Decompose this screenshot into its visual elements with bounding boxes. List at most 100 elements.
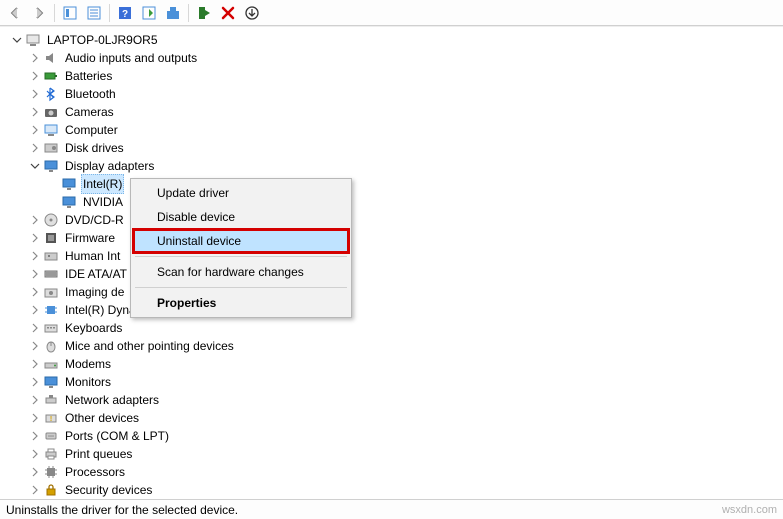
chevron-right-icon[interactable] [28, 87, 42, 101]
spacer [46, 195, 60, 209]
tree-item-ide[interactable]: IDE ATA/AT [6, 265, 783, 283]
chevron-right-icon[interactable] [28, 51, 42, 65]
tree-item-disk-drives[interactable]: Disk drives [6, 139, 783, 157]
monitor-icon [43, 374, 59, 390]
security-icon [43, 482, 59, 498]
chevron-right-icon[interactable] [28, 465, 42, 479]
dvd-icon [43, 212, 59, 228]
mouse-icon [43, 338, 59, 354]
show-hidden-button[interactable] [59, 2, 81, 24]
tree-item-bluetooth[interactable]: Bluetooth [6, 85, 783, 103]
chevron-right-icon[interactable] [28, 429, 42, 443]
tree-item-keyboards[interactable]: Keyboards [6, 319, 783, 337]
chevron-right-icon[interactable] [28, 105, 42, 119]
imaging-icon [43, 284, 59, 300]
tree-item-display-adapters[interactable]: Display adapters [6, 157, 783, 175]
tree-item-audio[interactable]: Audio inputs and outputs [6, 49, 783, 67]
other-icon: ! [43, 410, 59, 426]
chevron-right-icon[interactable] [28, 303, 42, 317]
chevron-right-icon[interactable] [28, 213, 42, 227]
tree-item-other[interactable]: ! Other devices [6, 409, 783, 427]
chevron-right-icon[interactable] [28, 249, 42, 263]
tree-item-ports[interactable]: Ports (COM & LPT) [6, 427, 783, 445]
chevron-right-icon[interactable] [28, 447, 42, 461]
battery-icon [43, 68, 59, 84]
tree-item-label: NVIDIA [81, 193, 125, 211]
svg-text:?: ? [122, 9, 128, 20]
svg-text:!: ! [50, 416, 52, 423]
uninstall-button[interactable] [217, 2, 239, 24]
tree-item-label: Processors [63, 463, 127, 481]
tree-item-hid[interactable]: Human Int [6, 247, 783, 265]
spacer [46, 177, 60, 191]
tree-item-monitors[interactable]: Monitors [6, 373, 783, 391]
tree-item-imaging[interactable]: Imaging de [6, 283, 783, 301]
status-text: Uninstalls the driver for the selected d… [6, 500, 238, 519]
tree-item-label: Imaging de [63, 283, 126, 301]
chevron-right-icon[interactable] [28, 285, 42, 299]
menu-update-driver[interactable]: Update driver [133, 181, 349, 205]
chevron-right-icon[interactable] [28, 393, 42, 407]
tree-item-intel-display[interactable]: Intel(R) [6, 175, 783, 193]
enable-button[interactable] [193, 2, 215, 24]
update-button[interactable] [241, 2, 263, 24]
chevron-right-icon[interactable] [28, 411, 42, 425]
help-button[interactable]: ? [114, 2, 136, 24]
tree-item-processors[interactable]: Processors [6, 463, 783, 481]
toolbar-separator [109, 4, 110, 22]
properties-button[interactable] [83, 2, 105, 24]
tree-item-intel-platform[interactable]: Intel(R) Dynamic Platform and Thermal Fr… [6, 301, 783, 319]
network-icon [43, 392, 59, 408]
tree-item-modems[interactable]: Modems [6, 355, 783, 373]
chevron-right-icon[interactable] [28, 123, 42, 137]
tree-item-security[interactable]: Security devices [6, 481, 783, 499]
chevron-right-icon[interactable] [28, 321, 42, 335]
disk-icon [43, 140, 59, 156]
tree-item-label: Monitors [63, 373, 113, 391]
device-tree-pane[interactable]: LAPTOP-0LJR9OR5 Audio inputs and outputs… [0, 26, 783, 499]
tree-item-print-queues[interactable]: Print queues [6, 445, 783, 463]
chevron-right-icon[interactable] [28, 141, 42, 155]
tree-item-nvidia-display[interactable]: NVIDIA [6, 193, 783, 211]
tree-item-network[interactable]: Network adapters [6, 391, 783, 409]
menu-uninstall-device[interactable]: Uninstall device [133, 229, 349, 253]
chevron-right-icon[interactable] [28, 267, 42, 281]
chevron-right-icon[interactable] [28, 483, 42, 497]
back-button[interactable] [4, 2, 26, 24]
chevron-right-icon[interactable] [28, 231, 42, 245]
watermark: wsxdn.com [722, 500, 777, 519]
tree-item-dvd[interactable]: DVD/CD-R [6, 211, 783, 229]
printer-icon [43, 446, 59, 462]
cpu-icon [43, 464, 59, 480]
chevron-right-icon[interactable] [28, 339, 42, 353]
tree-item-label: DVD/CD-R [63, 211, 126, 229]
chevron-right-icon[interactable] [28, 375, 42, 389]
action-button[interactable] [138, 2, 160, 24]
tree-item-firmware[interactable]: Firmware [6, 229, 783, 247]
chevron-right-icon[interactable] [28, 69, 42, 83]
menu-separator [135, 256, 347, 257]
tree-item-label: Mice and other pointing devices [63, 337, 236, 355]
forward-button[interactable] [28, 2, 50, 24]
modem-icon [43, 356, 59, 372]
tree-item-label: Other devices [63, 409, 141, 427]
display-icon [43, 158, 59, 174]
scan-button[interactable] [162, 2, 184, 24]
tree-item-cameras[interactable]: Cameras [6, 103, 783, 121]
tree-item-mice[interactable]: Mice and other pointing devices [6, 337, 783, 355]
tree-item-label: Bluetooth [63, 85, 118, 103]
context-menu: Update driver Disable device Uninstall d… [130, 178, 352, 318]
tree-root[interactable]: LAPTOP-0LJR9OR5 [6, 31, 783, 49]
chevron-down-icon[interactable] [10, 33, 24, 47]
tree-item-label: Disk drives [63, 139, 126, 157]
chevron-right-icon[interactable] [28, 357, 42, 371]
camera-icon [43, 104, 59, 120]
chevron-down-icon[interactable] [28, 159, 42, 173]
tree-item-batteries[interactable]: Batteries [6, 67, 783, 85]
menu-properties[interactable]: Properties [133, 291, 349, 315]
tree-item-computer[interactable]: Computer [6, 121, 783, 139]
tree-item-label: Security devices [63, 481, 154, 499]
menu-scan-hardware[interactable]: Scan for hardware changes [133, 260, 349, 284]
tree-item-label: Cameras [63, 103, 116, 121]
menu-disable-device[interactable]: Disable device [133, 205, 349, 229]
